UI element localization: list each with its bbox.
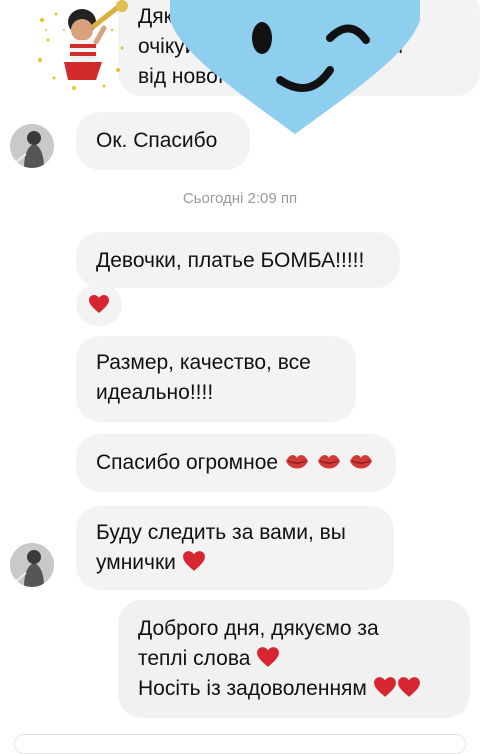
red-heart-icon xyxy=(182,551,205,571)
message-bubble: Спасибо огромное xyxy=(76,434,396,492)
kiss-mark-icon xyxy=(317,454,340,469)
reply-line-3: Носіть із задоволенням xyxy=(138,674,470,704)
sender-avatar[interactable] xyxy=(10,124,54,168)
message-bubble: Размер, качество, все идеально!!!! xyxy=(76,336,356,422)
message-text: Девочки, платье БОМБА!!!!! xyxy=(96,249,365,272)
heart-message-bubble xyxy=(76,284,122,326)
message-text-line-2: идеально!!!! xyxy=(96,381,214,404)
red-heart-icon xyxy=(397,677,420,697)
message-composer-edge[interactable] xyxy=(14,734,466,754)
reply-line-2: теплі слова xyxy=(138,644,470,674)
kiss-mark-icon xyxy=(285,454,308,469)
message-bubble: Ок. Спасибо xyxy=(76,112,250,170)
red-heart-icon xyxy=(373,677,396,697)
message-text-line-2: умнички xyxy=(96,548,394,578)
message-bubble: Буду следить за вами, вы умнички xyxy=(76,506,394,590)
red-heart-icon xyxy=(257,647,280,667)
message-text: Спасибо огромное xyxy=(96,451,279,474)
reply-line-1: Доброго дня, дякуємо за xyxy=(138,617,379,640)
red-heart-icon xyxy=(89,295,109,313)
reply-message-bubble: Доброго дня, дякуємо за теплі слова Носі… xyxy=(118,600,470,718)
message-text-line-1: Буду следить за вами, вы xyxy=(96,521,346,544)
brand-avatar-sticker[interactable] xyxy=(34,0,128,94)
message-text: Ок. Спасибо xyxy=(96,129,218,152)
message-text-line-1: Размер, качество, все xyxy=(96,351,311,374)
kiss-mark-icon xyxy=(349,454,372,469)
message-bubble: Девочки, платье БОМБА!!!!! xyxy=(76,232,400,288)
timestamp-label: Сьогодні 2:09 пп xyxy=(182,190,298,207)
sender-avatar[interactable] xyxy=(10,543,54,587)
